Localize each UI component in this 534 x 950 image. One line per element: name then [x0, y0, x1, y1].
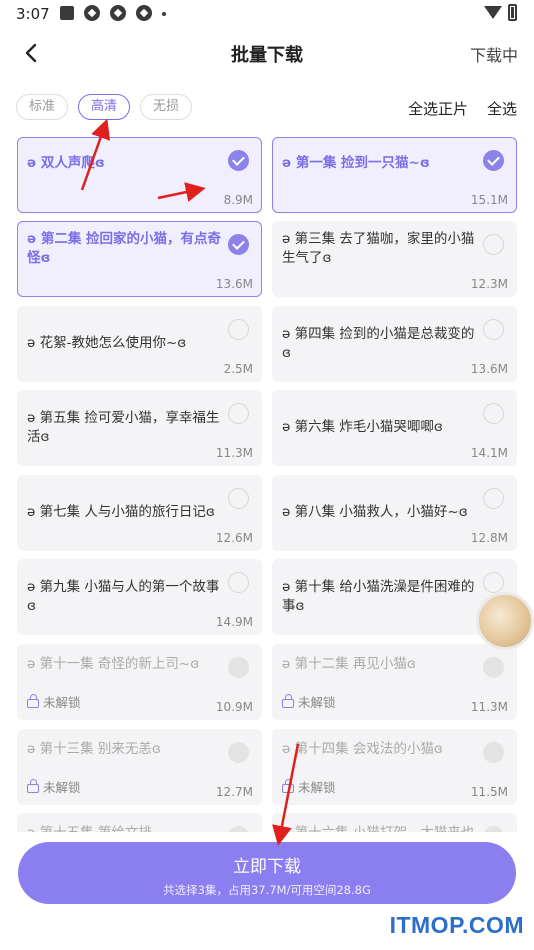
episode-card[interactable]: ə 第一集 捡到一只猫~ɞ 15.1M: [272, 137, 517, 213]
download-button-label: 立即下载: [233, 857, 301, 877]
episode-title: ə 第十二集 再见小猫ɞ: [282, 656, 416, 672]
downloading-link[interactable]: 下载中: [470, 42, 518, 66]
episode-card[interactable]: ə 第七集 人与小猫的旅行日记ɞ 12.6M: [17, 475, 262, 551]
episode-title: ə 第四集 捡到的小猫是总裁变的ɞ: [282, 326, 475, 361]
episode-card-locked[interactable]: ə 第十二集 再见小猫ɞ 未解锁 11.3M: [272, 644, 517, 720]
select-all-episodes-button[interactable]: 全选正片: [408, 98, 468, 119]
download-now-button[interactable]: 立即下载 共选择3集，占用37.7M/可用空间28.8G: [18, 842, 516, 904]
episode-grid: ə 双人声爬ɞ 8.9M ə 第一集 捡到一只猫~ɞ 15.1M ə 第二集 捡…: [0, 136, 534, 836]
battery-icon: [508, 4, 517, 21]
episode-title: ə 第三集 去了猫咖，家里的小猫生气了ɞ: [282, 231, 475, 266]
locked-label: 未解锁: [298, 780, 336, 795]
checkbox-icon[interactable]: [483, 319, 504, 340]
episode-card[interactable]: ə 第三集 去了猫咖，家里的小猫生气了ɞ 12.3M: [272, 221, 517, 297]
checkbox-checked-icon[interactable]: [228, 234, 249, 255]
episode-title: ə 第六集 炸毛小猫哭唧唧ɞ: [282, 419, 443, 435]
lock-icon: [27, 694, 39, 708]
episode-card[interactable]: ə 第九集 小猫与人的第一个故事ɞ 14.9M: [17, 559, 262, 635]
quality-selector: 标准 高清 无损 全选正片 全选: [0, 92, 534, 124]
app-notification-icon: [84, 5, 100, 21]
quality-tab-hd[interactable]: 高清: [78, 94, 130, 120]
locked-status: 未解锁: [27, 777, 81, 796]
download-summary: 共选择3集，占用37.7M/可用空间28.8G: [163, 883, 371, 897]
checkbox-icon[interactable]: [228, 572, 249, 593]
episode-size: 12.6M: [215, 531, 253, 545]
locked-label: 未解锁: [43, 695, 81, 710]
checkbox-disabled-icon: [228, 742, 249, 763]
header: 批量下载 下载中: [0, 30, 534, 76]
app-notification-icon: [136, 5, 152, 21]
floating-player-avatar[interactable]: [476, 592, 534, 650]
checkbox-disabled-icon: [228, 657, 249, 678]
locked-label: 未解锁: [43, 780, 81, 795]
episode-card[interactable]: ə 第四集 捡到的小猫是总裁变的ɞ 13.6M: [272, 306, 517, 382]
lock-icon: [282, 779, 294, 793]
episode-title: ə 第八集 小猫救人，小猫好~ɞ: [282, 504, 468, 520]
episode-size: 15.1M: [470, 193, 508, 207]
episode-card[interactable]: ə 双人声爬ɞ 8.9M: [17, 137, 262, 213]
checkbox-disabled-icon: [483, 742, 504, 763]
episode-size: 10.9M: [215, 700, 253, 714]
episode-card[interactable]: ə 第五集 捡可爱小猫，享幸福生活ɞ 11.3M: [17, 390, 262, 466]
lock-icon: [282, 694, 294, 708]
locked-status: 未解锁: [282, 777, 336, 796]
episode-size: 14.1M: [470, 446, 508, 460]
episode-title: ə 第十一集 奇怪的新上司~ɞ: [27, 656, 200, 672]
episode-title: ə 第五集 捡可爱小猫，享幸福生活ɞ: [27, 410, 220, 445]
page-title: 批量下载: [231, 45, 303, 66]
checkbox-checked-icon[interactable]: [228, 150, 249, 171]
episode-title: ə 第二集 捡回家的小猫，有点奇怪ɞ: [27, 231, 222, 266]
episode-size: 14.9M: [215, 615, 253, 629]
checkbox-icon[interactable]: [228, 403, 249, 424]
checkbox-icon[interactable]: [228, 488, 249, 509]
episode-title: ə 第九集 小猫与人的第一个故事ɞ: [27, 579, 220, 614]
episode-size: 12.8M: [470, 531, 508, 545]
locked-status: 未解锁: [27, 692, 81, 711]
checkbox-icon[interactable]: [483, 488, 504, 509]
episode-card[interactable]: ə 花絮-教她怎么使用你~ɞ 2.5M: [17, 306, 262, 382]
more-notifications-dot-icon: [162, 12, 166, 16]
checkbox-icon[interactable]: [483, 234, 504, 255]
episode-size: 12.7M: [215, 785, 253, 799]
episode-card-locked[interactable]: ə 第十三集 别来无恙ɞ 未解锁 12.7M: [17, 729, 262, 805]
checkbox-checked-icon[interactable]: [483, 150, 504, 171]
select-all-button[interactable]: 全选: [487, 98, 517, 119]
checkbox-icon[interactable]: [483, 572, 504, 593]
episode-size: 11.3M: [215, 446, 253, 460]
episode-size: 12.3M: [470, 277, 508, 291]
locked-label: 未解锁: [298, 695, 336, 710]
episode-size: 13.6M: [215, 277, 253, 291]
episode-title: ə 第十三集 别来无恙ɞ: [27, 741, 161, 757]
episode-title: ə 花絮-教她怎么使用你~ɞ: [27, 335, 187, 351]
wifi-icon: [484, 6, 502, 19]
app-notification-icon: [110, 5, 126, 21]
episode-size: 8.9M: [223, 193, 253, 207]
episode-title: ə 双人声爬ɞ: [27, 155, 105, 171]
episode-card[interactable]: ə 第二集 捡回家的小猫，有点奇怪ɞ 13.6M: [17, 221, 262, 297]
episode-card[interactable]: ə 第六集 炸毛小猫哭唧唧ɞ 14.1M: [272, 390, 517, 466]
locked-status: 未解锁: [282, 692, 336, 711]
episode-size: 13.6M: [470, 362, 508, 376]
notification-square-icon: [60, 6, 74, 20]
episode-card[interactable]: ə 第八集 小猫救人，小猫好~ɞ 12.8M: [272, 475, 517, 551]
watermark-logo: ITMOP.COM: [389, 912, 524, 938]
checkbox-disabled-icon: [483, 657, 504, 678]
status-bar: 3:07: [0, 0, 534, 28]
checkbox-icon[interactable]: [228, 319, 249, 340]
episode-size: 2.5M: [223, 362, 253, 376]
episode-title: ə 第十四集 会戏法的小猫ɞ: [282, 741, 443, 757]
checkbox-icon[interactable]: [483, 403, 504, 424]
episode-title: ə 第七集 人与小猫的旅行日记ɞ: [27, 504, 215, 520]
status-time: 3:07: [16, 5, 50, 23]
episode-title: ə 第十集 给小猫洗澡是件困难的事ɞ: [282, 579, 475, 614]
episode-size: 11.5M: [470, 785, 508, 799]
episode-card-locked[interactable]: ə 第十四集 会戏法的小猫ɞ 未解锁 11.5M: [272, 729, 517, 805]
lock-icon: [27, 779, 39, 793]
episode-size: 11.3M: [470, 700, 508, 714]
episode-title: ə 第一集 捡到一只猫~ɞ: [282, 155, 430, 171]
episode-card-locked[interactable]: ə 第十一集 奇怪的新上司~ɞ 未解锁 10.9M: [17, 644, 262, 720]
quality-tab-standard[interactable]: 标准: [16, 94, 68, 120]
quality-tab-lossless[interactable]: 无损: [140, 94, 192, 120]
